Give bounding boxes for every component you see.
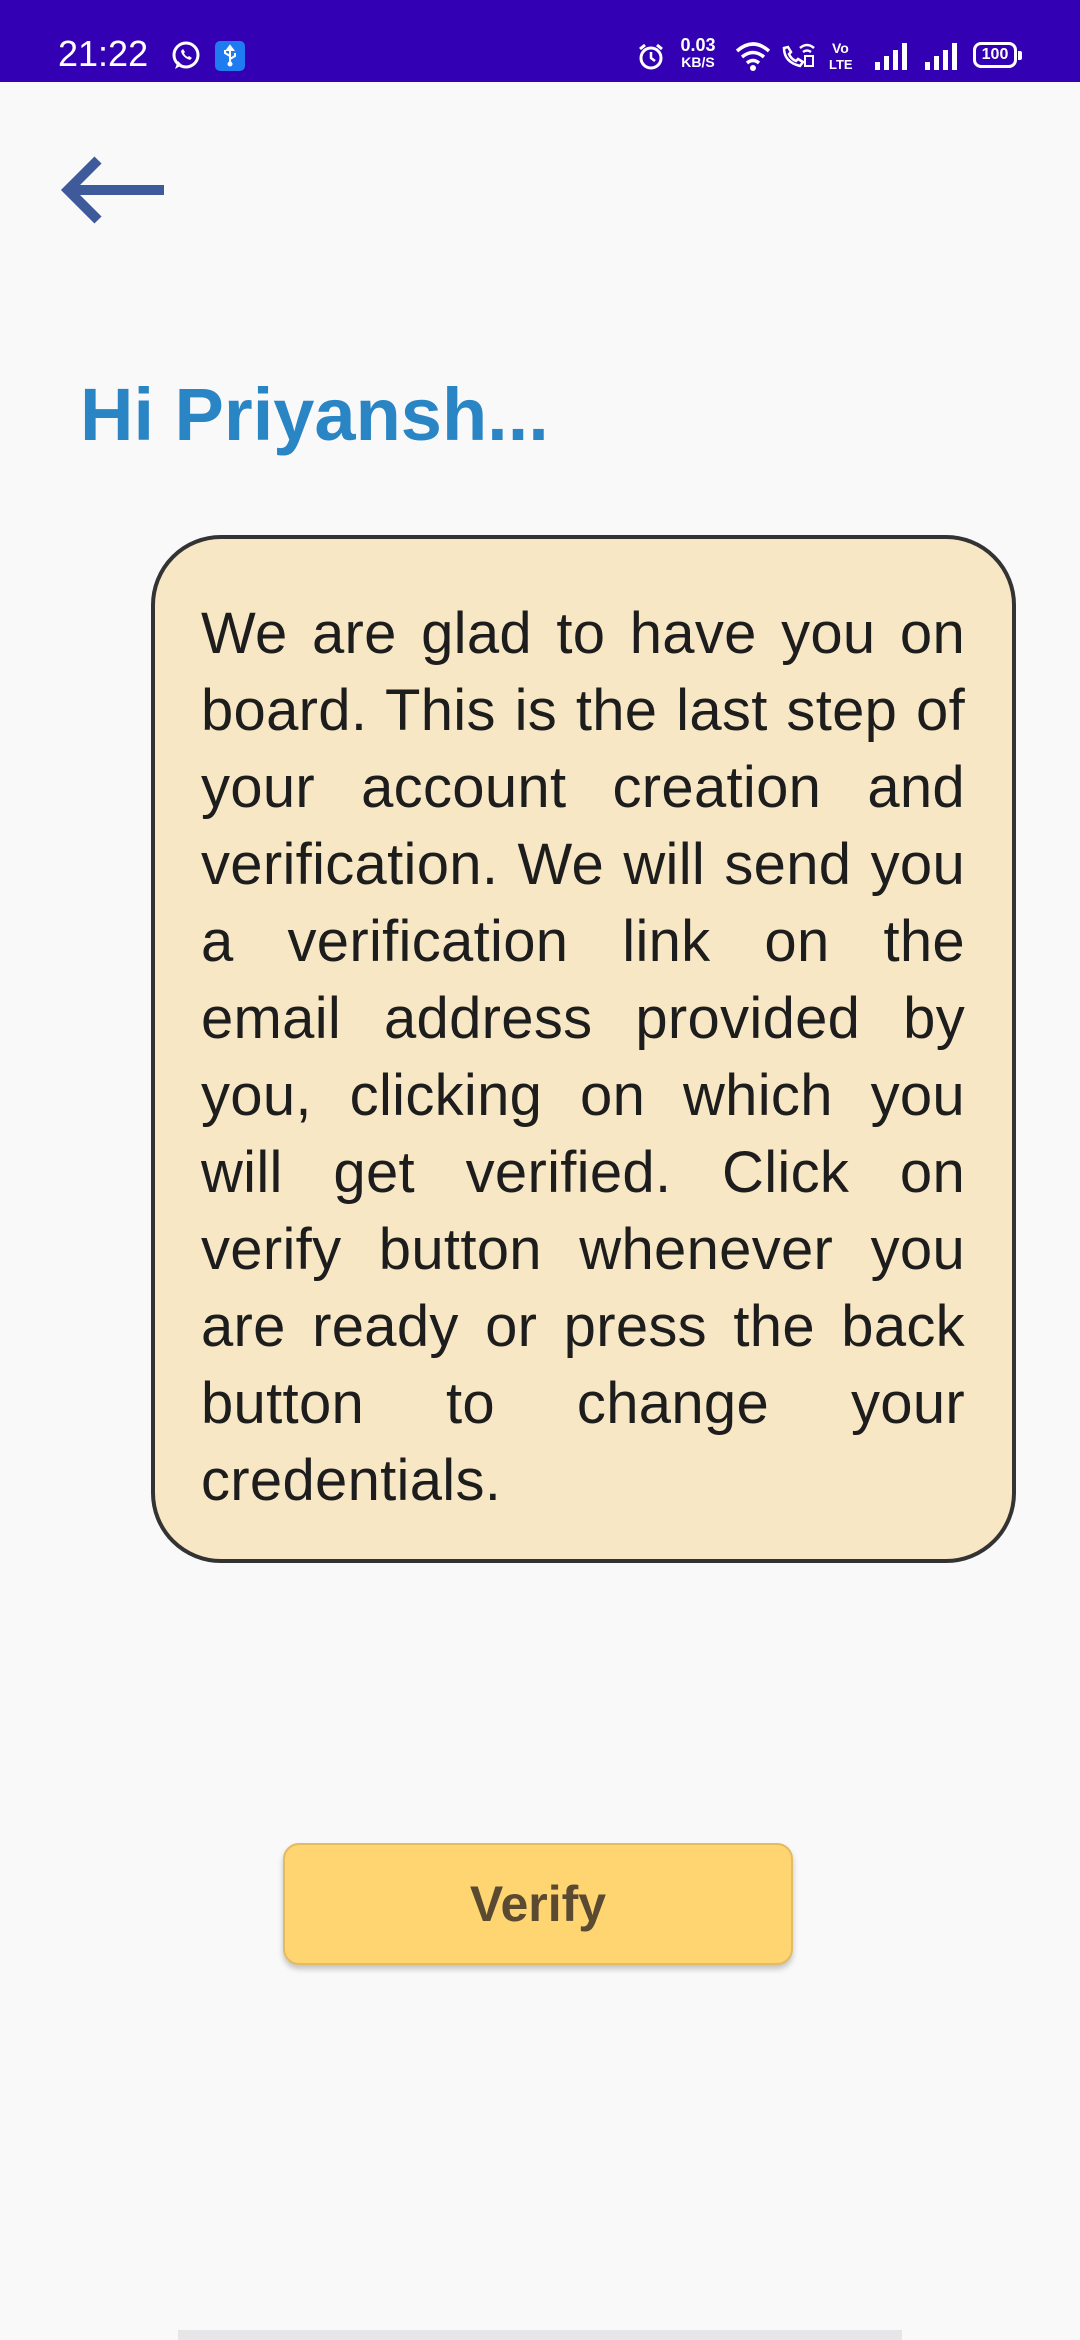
- status-time: 21:22: [58, 33, 149, 74]
- usb-icon: [215, 41, 245, 71]
- greeting-title: Hi Priyansh...: [80, 373, 549, 456]
- arrow-left-icon: [60, 156, 164, 224]
- wifi-icon: [735, 42, 771, 71]
- alarm-icon: [639, 43, 663, 70]
- navigation-handle[interactable]: [178, 2330, 902, 2340]
- network-speed: 0.03 KB/S: [675, 36, 721, 70]
- volte-icon: Vo LTE: [829, 40, 853, 72]
- network-speed-unit: KB/S: [681, 54, 715, 70]
- whatsapp-icon: [172, 41, 200, 69]
- back-button[interactable]: [60, 150, 170, 230]
- message-text: We are glad to have you on board. This i…: [201, 601, 965, 1513]
- message-card: We are glad to have you on board. This i…: [151, 535, 1016, 1563]
- wifi-calling-icon: [782, 43, 815, 68]
- signal-icon: [925, 43, 957, 70]
- verify-button[interactable]: Verify: [283, 1843, 793, 1965]
- battery-icon: 100: [973, 42, 1022, 68]
- svg-text:Vo: Vo: [832, 40, 849, 56]
- network-speed-value: 0.03: [680, 35, 716, 55]
- svg-text:LTE: LTE: [829, 57, 853, 72]
- status-bar: 21:22 0.03 KB/S Vo LTE 100: [0, 0, 1080, 82]
- signal-icon: [875, 43, 907, 70]
